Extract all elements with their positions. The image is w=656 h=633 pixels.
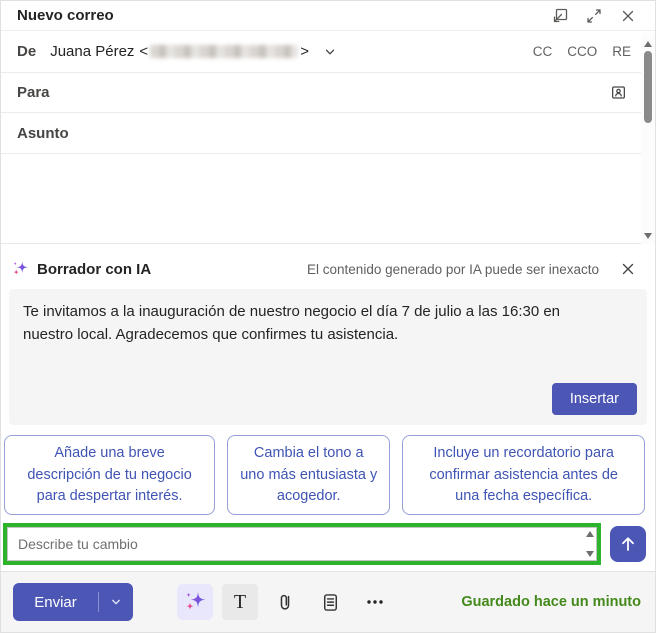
suggestion-card-description[interactable]: Añade una breve descripción de tu negoci… [4, 435, 216, 515]
close-copilot-button[interactable] [617, 258, 639, 280]
cc-links: CC CCO RE [533, 44, 631, 59]
popout-button[interactable] [547, 4, 573, 28]
scroll-down-icon[interactable] [644, 233, 652, 239]
titlebar: Nuevo correo [1, 1, 655, 31]
close-icon [622, 263, 634, 275]
chevron-down-icon [112, 599, 120, 605]
send-split-button: Enviar [13, 583, 133, 621]
compose-scrollbar[interactable] [641, 33, 655, 244]
ai-disclaimer: El contenido generado por IA puede ser i… [307, 261, 599, 277]
more-options-button[interactable] [357, 584, 393, 620]
paperclip-icon [280, 594, 290, 610]
to-label: Para [17, 84, 50, 101]
text-format-icon: T [233, 591, 247, 613]
from-dropdown[interactable] [323, 45, 337, 59]
to-row[interactable]: Para [1, 73, 641, 113]
new-email-window: Nuevo correo De Juana Pérez < > CC CCO R… [0, 0, 656, 633]
close-icon [622, 10, 634, 21]
change-row [3, 523, 646, 565]
describe-change-input[interactable] [7, 527, 597, 561]
suggestion-card-tone[interactable]: Cambia el tono a uno más entusiasta y ac… [227, 435, 391, 515]
ai-draft-box: Te invitamos a la inauguración de nuestr… [9, 289, 647, 425]
send-button[interactable]: Enviar [13, 583, 98, 621]
attach-file-button[interactable] [267, 584, 303, 620]
arrow-up-icon [622, 537, 634, 551]
chevron-down-icon [325, 49, 335, 54]
scrollbar-thumb[interactable] [644, 51, 652, 123]
toolbar-icons: T [177, 584, 393, 620]
input-scroll-up-icon[interactable] [586, 531, 594, 537]
copilot-header: Borrador con IA El contenido generado po… [1, 244, 655, 289]
subject-label: Asunto [17, 124, 69, 142]
compose-toolbar: Enviar T Guardado hace un minuto [1, 571, 655, 632]
ai-draft-text: Te invitamos a la inauguración de nuestr… [23, 303, 561, 343]
from-name: Juana Pérez [50, 43, 135, 60]
window-title: Nuevo correo [17, 7, 114, 24]
compose-area: De Juana Pérez < > CC CCO RE Para Asunto [1, 31, 655, 244]
annotation-highlight [3, 523, 601, 565]
from-label: De [17, 43, 37, 60]
from-bracket-close: > [300, 43, 309, 60]
copilot-toggle-button[interactable] [177, 584, 213, 620]
expand-button[interactable] [581, 4, 607, 28]
re-button[interactable]: RE [612, 44, 631, 59]
expand-icon [587, 8, 601, 23]
message-body[interactable] [1, 154, 641, 244]
from-value[interactable]: Juana Pérez < > [50, 43, 309, 60]
cc-button[interactable]: CC [533, 44, 553, 59]
cco-button[interactable]: CCO [567, 44, 597, 59]
popout-icon [553, 8, 568, 22]
contact-card-icon [611, 86, 625, 99]
submit-change-button[interactable] [610, 526, 646, 562]
scroll-up-icon[interactable] [644, 41, 652, 47]
format-text-button[interactable]: T [222, 584, 258, 620]
suggestion-card-reminder[interactable]: Incluye un recordatorio para confirmar a… [402, 435, 646, 515]
input-scroll-down-icon[interactable] [586, 551, 594, 557]
document-icon [323, 593, 337, 611]
notes-button[interactable] [312, 584, 348, 620]
copilot-sparkle-icon [13, 261, 28, 275]
from-bracket-open: < [139, 43, 149, 60]
address-book-button[interactable] [605, 80, 631, 106]
copilot-panel-title: Borrador con IA [37, 260, 152, 278]
ellipsis-icon [367, 600, 383, 604]
send-options-button[interactable] [99, 583, 133, 621]
redacted-email [150, 45, 299, 58]
saved-status: Guardado hace un minuto [461, 594, 641, 610]
suggestions-row: Añade una breve descripción de tu negoci… [4, 435, 646, 515]
from-row: De Juana Pérez < > CC CCO RE [1, 31, 641, 73]
insert-button[interactable]: Insertar [551, 383, 637, 415]
close-window-button[interactable] [615, 4, 641, 28]
subject-row[interactable]: Asunto [1, 113, 641, 154]
copilot-sparkle-icon [186, 592, 206, 610]
copilot-draft-panel: Borrador con IA El contenido generado po… [1, 244, 655, 571]
